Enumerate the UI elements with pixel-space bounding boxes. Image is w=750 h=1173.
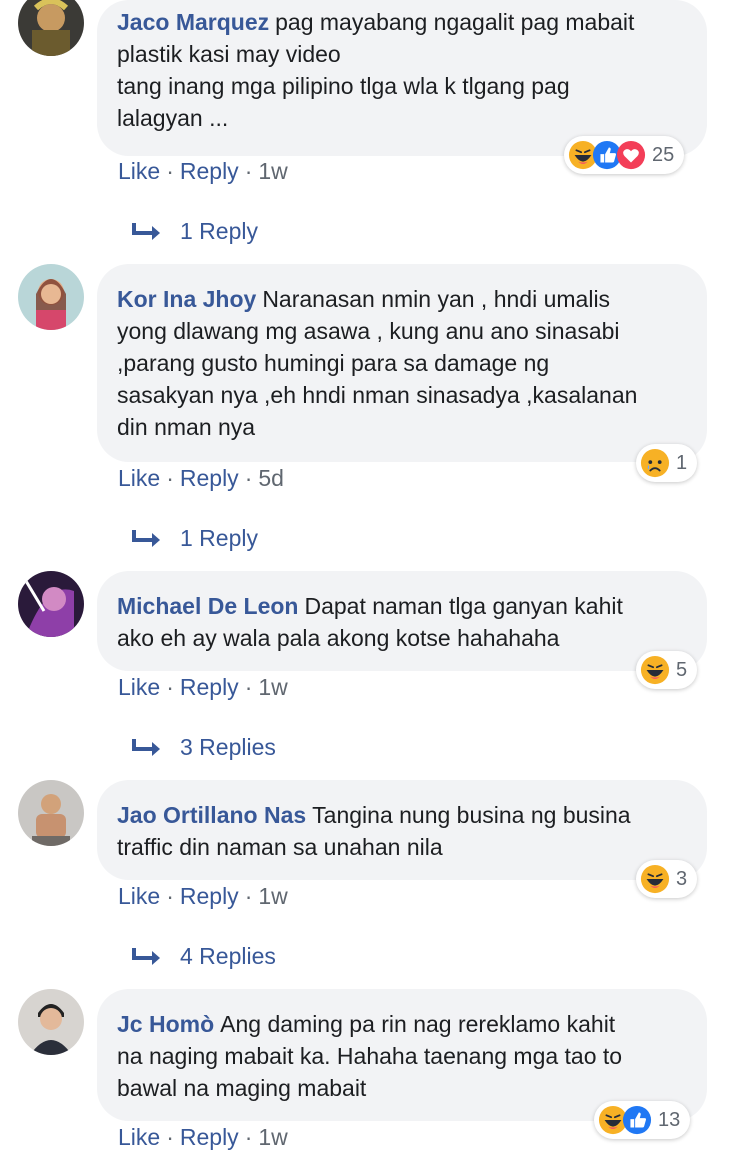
comment-bubble: Jao Ortillano Nas Tangina nung busina ng … (97, 780, 707, 880)
comment-time[interactable]: 1w (258, 674, 287, 700)
comment-actions: Like · Reply · 5d (118, 465, 284, 491)
comment-text-line: Ang daming pa rin nag rereklamo kahit (220, 1011, 616, 1037)
reaction-count: 3 (676, 867, 688, 890)
comment-text-line: ako eh ay wala pala akong kotse hahahaha (117, 625, 560, 651)
comment-text-line: tang inang mga pilipino tlga wla k tlgan… (117, 73, 570, 99)
like-link[interactable]: Like (118, 674, 160, 700)
comment-bubble: Jaco Marquez pag mayabang ngagalit pag ma… (97, 0, 707, 156)
comment-author[interactable]: Jao Ortillano Nas (117, 802, 306, 828)
comment-time[interactable]: 5d (258, 465, 284, 491)
comment-author[interactable]: Michael De Leon (117, 593, 298, 619)
reaction-summary[interactable]: 1 (636, 444, 698, 482)
comment-time[interactable]: 1w (258, 1124, 287, 1150)
replies-count-label[interactable]: 3 Replies (180, 734, 276, 761)
comment-time[interactable]: 1w (258, 883, 287, 909)
comment-author[interactable]: Kor Ina Jhoy (117, 286, 256, 312)
avatar[interactable] (18, 989, 84, 1055)
comment-text-line: plastik kasi may video (117, 41, 341, 67)
avatar[interactable] (18, 780, 84, 846)
comment-text-line: din nman nya (117, 414, 256, 440)
sad-icon (640, 448, 670, 478)
comment-bubble: Michael De Leon Dapat naman tlga ganyan k… (97, 571, 707, 671)
comment-text-line: na naging mabait ka. Hahaha taenang mga … (117, 1043, 623, 1069)
comment-text-line: traffic din naman sa unahan nila (117, 834, 443, 860)
reaction-count: 13 (658, 1108, 681, 1131)
avatar[interactable] (18, 571, 84, 637)
love-icon (616, 140, 646, 170)
reaction-summary[interactable]: 5 (636, 651, 698, 689)
comment-text-line: sasakyan nya ,eh hndi nman sinasadya ,ka… (117, 382, 638, 408)
comment-author[interactable]: Jc Homò (117, 1011, 214, 1037)
like-link[interactable]: Like (118, 1124, 160, 1150)
comment-actions: Like · Reply · 1w (118, 674, 288, 700)
reaction-summary[interactable]: 3 (636, 860, 698, 898)
haha-icon (640, 655, 670, 685)
reply-link[interactable]: Reply (180, 465, 239, 491)
comment-bubble: Kor Ina Jhoy Naranasan nmin yan , hndi um… (97, 264, 707, 462)
reply-link[interactable]: Reply (180, 158, 239, 184)
comment-time[interactable]: 1w (258, 158, 287, 184)
like-link[interactable]: Like (118, 158, 160, 184)
reply-arrow-icon (130, 737, 164, 759)
comment-text-line: pag mayabang ngagalit pag mabait (275, 9, 635, 35)
comment-text-line: Dapat naman tlga ganyan kahit (304, 593, 623, 619)
comment-text-line: ,parang gusto humingi para sa damage ng (117, 350, 550, 376)
replies-count-label[interactable]: 1 Reply (180, 525, 258, 552)
like-icon (622, 1105, 652, 1135)
comment-text-line: lalagyan ... (117, 105, 229, 131)
comment-text-line: Naranasan nmin yan , hndi umalis (262, 286, 611, 312)
comment-text-line: bawal na maging mabait (117, 1075, 367, 1101)
reply-arrow-icon (130, 221, 164, 243)
view-replies-link[interactable]: 3 Replies (130, 734, 276, 761)
haha-icon (640, 864, 670, 894)
reply-arrow-icon (130, 528, 164, 550)
reply-link[interactable]: Reply (180, 1124, 239, 1150)
reply-arrow-icon (130, 946, 164, 968)
replies-count-label[interactable]: 1 Reply (180, 218, 258, 245)
reaction-summary[interactable]: 13 (594, 1101, 691, 1139)
reply-link[interactable]: Reply (180, 674, 239, 700)
avatar[interactable] (18, 0, 84, 56)
comment-actions: Like · Reply · 1w (118, 158, 288, 184)
comment-actions: Like · Reply · 1w (118, 883, 288, 909)
comment-text-line: Tangina nung busina ng busina (312, 802, 631, 828)
comment-author[interactable]: Jaco Marquez (117, 9, 269, 35)
reply-link[interactable]: Reply (180, 883, 239, 909)
reaction-count: 25 (652, 143, 675, 166)
reaction-count: 1 (676, 451, 688, 474)
reaction-summary[interactable]: 25 (564, 136, 685, 174)
like-link[interactable]: Like (118, 465, 160, 491)
replies-count-label[interactable]: 4 Replies (180, 943, 276, 970)
comment-actions: Like · Reply · 1w (118, 1124, 288, 1150)
avatar[interactable] (18, 264, 84, 330)
view-replies-link[interactable]: 4 Replies (130, 943, 276, 970)
view-replies-link[interactable]: 1 Reply (130, 525, 258, 552)
view-replies-link[interactable]: 1 Reply (130, 218, 258, 245)
comment-text-line: yong dlawang mg asawa , kung anu ano sin… (117, 318, 620, 344)
reaction-count: 5 (676, 658, 688, 681)
like-link[interactable]: Like (118, 883, 160, 909)
